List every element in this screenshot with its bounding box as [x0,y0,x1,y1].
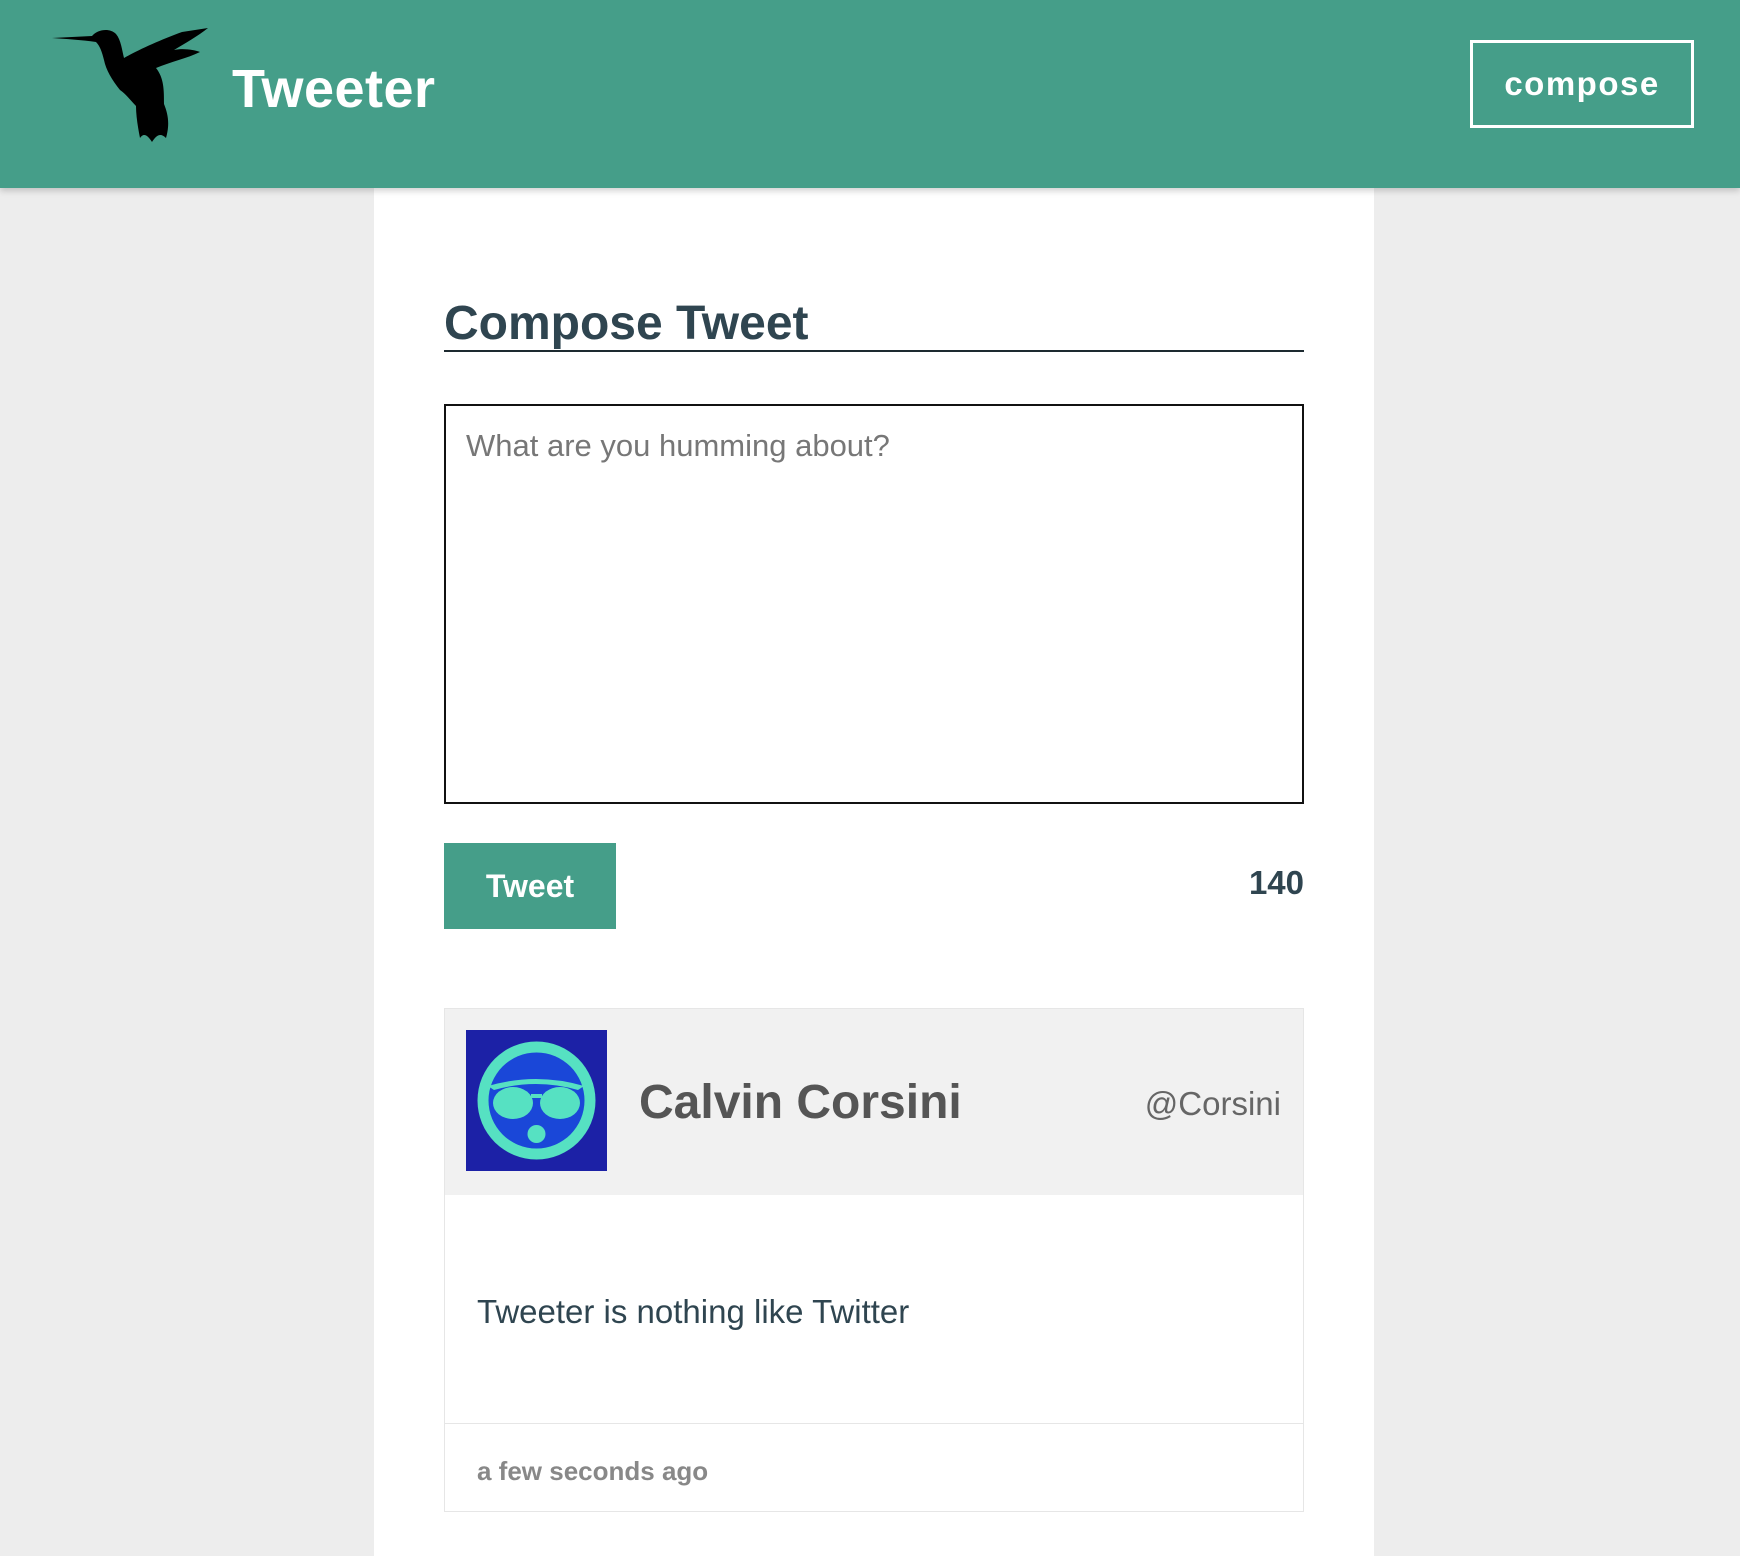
compose-title: Compose Tweet [444,300,1304,352]
char-counter: 140 [1248,864,1304,901]
tweet-timestamp: a few seconds ago [477,1456,709,1486]
main-container: Compose Tweet Tweet 140 Calvin Corsini @… [374,188,1374,1556]
tweet-header: Calvin Corsini @Corsini [445,1009,1303,1195]
tweet-author-name: Calvin Corsini [639,1076,962,1129]
tweet-text: Tweeter is nothing like Twitter [477,1293,910,1330]
brand-title[interactable]: Tweeter [232,58,436,120]
tweet-footer: a few seconds ago [445,1423,1303,1512]
compose-button[interactable]: compose [1470,40,1694,128]
hummingbird-icon [52,28,208,142]
tweet-button[interactable]: Tweet [444,843,616,929]
tweet-card: Calvin Corsini @Corsini Tweeter is nothi… [444,1008,1304,1512]
top-navbar: Tweeter compose [0,0,1740,188]
tweet-author-handle: @Corsini [1144,1085,1281,1122]
sunglasses-face-icon [466,1030,607,1171]
tweet-textarea[interactable] [444,404,1304,804]
